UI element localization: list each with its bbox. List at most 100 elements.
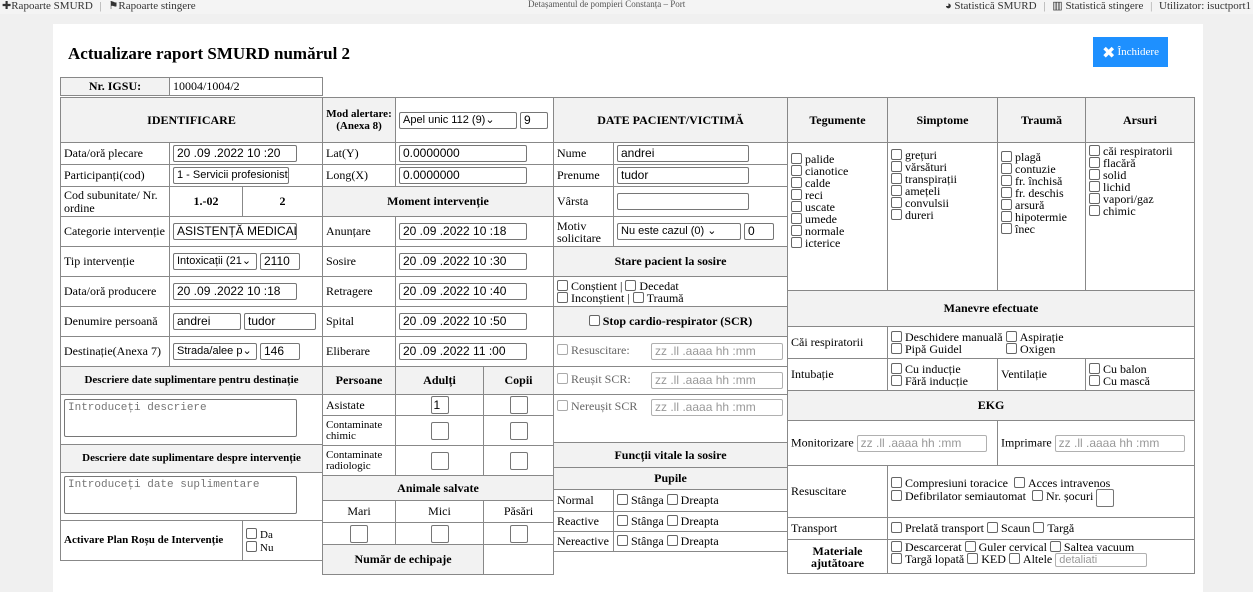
saltea-checkbox[interactable]: Saltea vacuum: [1049, 541, 1134, 555]
spital-input[interactable]: 20 .09 .2022 10 :50: [399, 313, 527, 330]
compresiuni-checkbox[interactable]: Compresiuni toracice: [891, 476, 1008, 490]
checkbox-icon: [625, 279, 637, 291]
alertare-table: Mod alertare: (Anexa 8) Apel unic 112 (9…: [322, 97, 554, 575]
reusit-label[interactable]: Reușit SCR:: [571, 373, 651, 386]
data-plecare-input[interactable]: 20 .09 .2022 10 :20: [173, 145, 297, 162]
nereactive-dreapta-checkbox[interactable]: Dreapta: [666, 534, 719, 548]
pupile-reactive-label: Reactive: [553, 511, 614, 532]
nr-socuri-checkbox[interactable]: Nr. șocuri: [1031, 489, 1093, 503]
close-button[interactable]: ✖ Închidere: [1093, 37, 1168, 67]
desc-int-textarea[interactable]: [64, 476, 297, 514]
prelata-checkbox[interactable]: Prelată transport: [891, 521, 984, 535]
motiv-code-input[interactable]: 0: [744, 223, 774, 240]
scr-checkbox[interactable]: Stop cardio-respirator (SCR): [552, 306, 789, 337]
normal-dreapta-checkbox[interactable]: Dreapta: [666, 493, 719, 507]
oxigen-checkbox[interactable]: Oxigen: [1006, 342, 1055, 356]
statistica-stingere-link[interactable]: Statistică stingere: [1065, 0, 1143, 12]
normal-stanga-checkbox[interactable]: Stânga: [617, 493, 664, 507]
mod-alertare-select[interactable]: Apel unic 112 (9) ⌄: [399, 111, 517, 129]
arsuri-item-checkbox[interactable]: chimic: [1089, 205, 1191, 217]
checkbox-icon: [891, 553, 902, 564]
imprimare-label: Imprimare: [1001, 434, 1052, 449]
trauma-item-checkbox[interactable]: hipotermie: [1001, 211, 1082, 223]
anuntare-input[interactable]: 20 .09 .2022 10 :18: [399, 223, 527, 240]
tip-select[interactable]: Intoxicații (21 ⌄: [173, 253, 257, 270]
eliberare-label: Eliberare: [322, 336, 396, 367]
checkbox-icon: [986, 522, 998, 533]
destinatie-select[interactable]: Strada/alee p ⌄: [173, 343, 257, 360]
pipa-guidel-checkbox[interactable]: Pipă Guidel: [891, 342, 962, 356]
plan-rosu-da[interactable]: Da: [246, 527, 319, 541]
nereusit-datetime-input[interactable]: zz .ll .aaaa hh :mm: [651, 399, 783, 416]
trauma-item-checkbox[interactable]: înec: [1001, 223, 1082, 235]
destinatie-nr-input[interactable]: 146: [260, 343, 300, 360]
scaun-checkbox[interactable]: Scaun: [986, 521, 1030, 535]
tip-code-input[interactable]: 2110: [260, 253, 300, 270]
rapoarte-stingere-link[interactable]: Rapoarte stingere: [118, 0, 195, 12]
igsu-value[interactable]: 10004/1004/2: [169, 77, 323, 96]
checkbox-icon: [891, 197, 902, 208]
retragere-input[interactable]: 20 .09 .2022 10 :40: [399, 283, 527, 300]
checkbox-icon: [1001, 223, 1012, 234]
pacient-prenume-input[interactable]: tudor: [617, 167, 749, 184]
plan-rosu-nu[interactable]: Nu: [246, 540, 319, 554]
nereactive-stanga-checkbox[interactable]: Stânga: [617, 534, 664, 548]
simptome-item-checkbox[interactable]: dureri: [891, 209, 994, 221]
motiv-select[interactable]: Nu este cazul (0) ⌄: [617, 223, 741, 240]
arsuri-item-label: chimic: [1103, 204, 1136, 218]
desc-int-title: Descriere date suplimentare despre inter…: [59, 444, 324, 473]
pacient-title: DATE PACIENT/VICTIMĂ: [552, 97, 789, 143]
varsta-input[interactable]: [617, 193, 749, 210]
nr-socuri-input[interactable]: [1096, 488, 1115, 507]
data-producere-input[interactable]: 20 .09 .2022 10 :18: [173, 283, 297, 300]
fara-inductie-checkbox[interactable]: Fără inducție: [891, 374, 994, 387]
persoane-title: Persoane: [322, 366, 396, 395]
tegumente-item-checkbox[interactable]: icterice: [791, 237, 884, 249]
asistate-copii-input[interactable]: [509, 396, 528, 414]
targa-checkbox[interactable]: Targă: [1033, 521, 1074, 535]
altele-checkbox[interactable]: Altele: [1008, 552, 1052, 566]
altele-detalii-input[interactable]: detaliati: [1055, 553, 1148, 568]
acces-intravenos-checkbox[interactable]: Acces intravenos: [1013, 476, 1110, 490]
animale-mici-input[interactable]: [430, 524, 449, 543]
chimic-copii-input[interactable]: [509, 421, 528, 440]
imprimare-datetime-input[interactable]: zz .ll .aaaa hh :mm: [1054, 434, 1185, 452]
targa-lopata-checkbox[interactable]: Targă lopată: [891, 552, 964, 566]
sosire-input[interactable]: 20 .09 .2022 10 :30: [399, 253, 527, 270]
monitorizare-datetime-input[interactable]: zz .ll .aaaa hh :mm: [856, 434, 987, 452]
reactive-stanga-checkbox[interactable]: Stânga: [617, 514, 664, 528]
pupile-title: Pupile: [552, 467, 789, 490]
pacient-nume-input[interactable]: andrei: [617, 145, 749, 162]
detasament-label: Detașamentul de pompieri Constanța – Por…: [528, 0, 686, 9]
radiologic-copii-input[interactable]: [509, 451, 528, 470]
copii-header: Copii: [483, 366, 554, 395]
animale-mari-input[interactable]: [350, 524, 368, 543]
eliberare-input[interactable]: 20 .09 .2022 11 :00: [399, 343, 527, 360]
checkbox-icon: [891, 209, 902, 220]
lat-input[interactable]: 0.0000000: [399, 145, 527, 162]
defibrilator-checkbox[interactable]: Defibrilator semiautomat: [891, 489, 1026, 503]
statistica-smurd-link[interactable]: Statistică SMURD: [954, 0, 1036, 12]
nereusit-label[interactable]: Nereușit SCR: [571, 400, 651, 413]
participanti-select[interactable]: 1 - Servicii profesionist: [173, 167, 289, 184]
desc-dest-textarea[interactable]: [64, 399, 297, 437]
inconstient-checkbox[interactable]: Inconștient: [557, 291, 624, 305]
categorie-select[interactable]: ASISTENȚĂ MEDICAL⌄: [173, 223, 297, 240]
mod-alertare-code-input[interactable]: 9: [520, 111, 548, 129]
long-input[interactable]: 0.0000000: [399, 167, 527, 184]
rapoarte-smurd-link[interactable]: Rapoarte SMURD: [11, 0, 93, 12]
trauma-checkbox[interactable]: Traumă: [632, 291, 684, 305]
resuscitare-datetime-input[interactable]: zz .ll .aaaa hh :mm: [651, 343, 783, 360]
denumire-prenume-input[interactable]: tudor: [244, 313, 316, 330]
denumire-nume-input[interactable]: andrei: [173, 313, 241, 330]
resuscitare-label[interactable]: Resuscitare:: [571, 344, 651, 357]
reusit-datetime-input[interactable]: zz .ll .aaaa hh :mm: [651, 372, 783, 389]
chimic-adulti-input[interactable]: [430, 421, 449, 440]
ked-checkbox[interactable]: KED: [967, 552, 1006, 566]
reactive-dreapta-checkbox[interactable]: Dreapta: [666, 514, 719, 528]
animale-pasari-input[interactable]: [509, 524, 528, 543]
checkbox-icon: [1001, 211, 1012, 222]
radiologic-adulti-input[interactable]: [430, 451, 449, 470]
cu-masca-checkbox[interactable]: Cu mască: [1089, 374, 1191, 387]
asistate-adulti-input[interactable]: 1: [430, 396, 449, 414]
